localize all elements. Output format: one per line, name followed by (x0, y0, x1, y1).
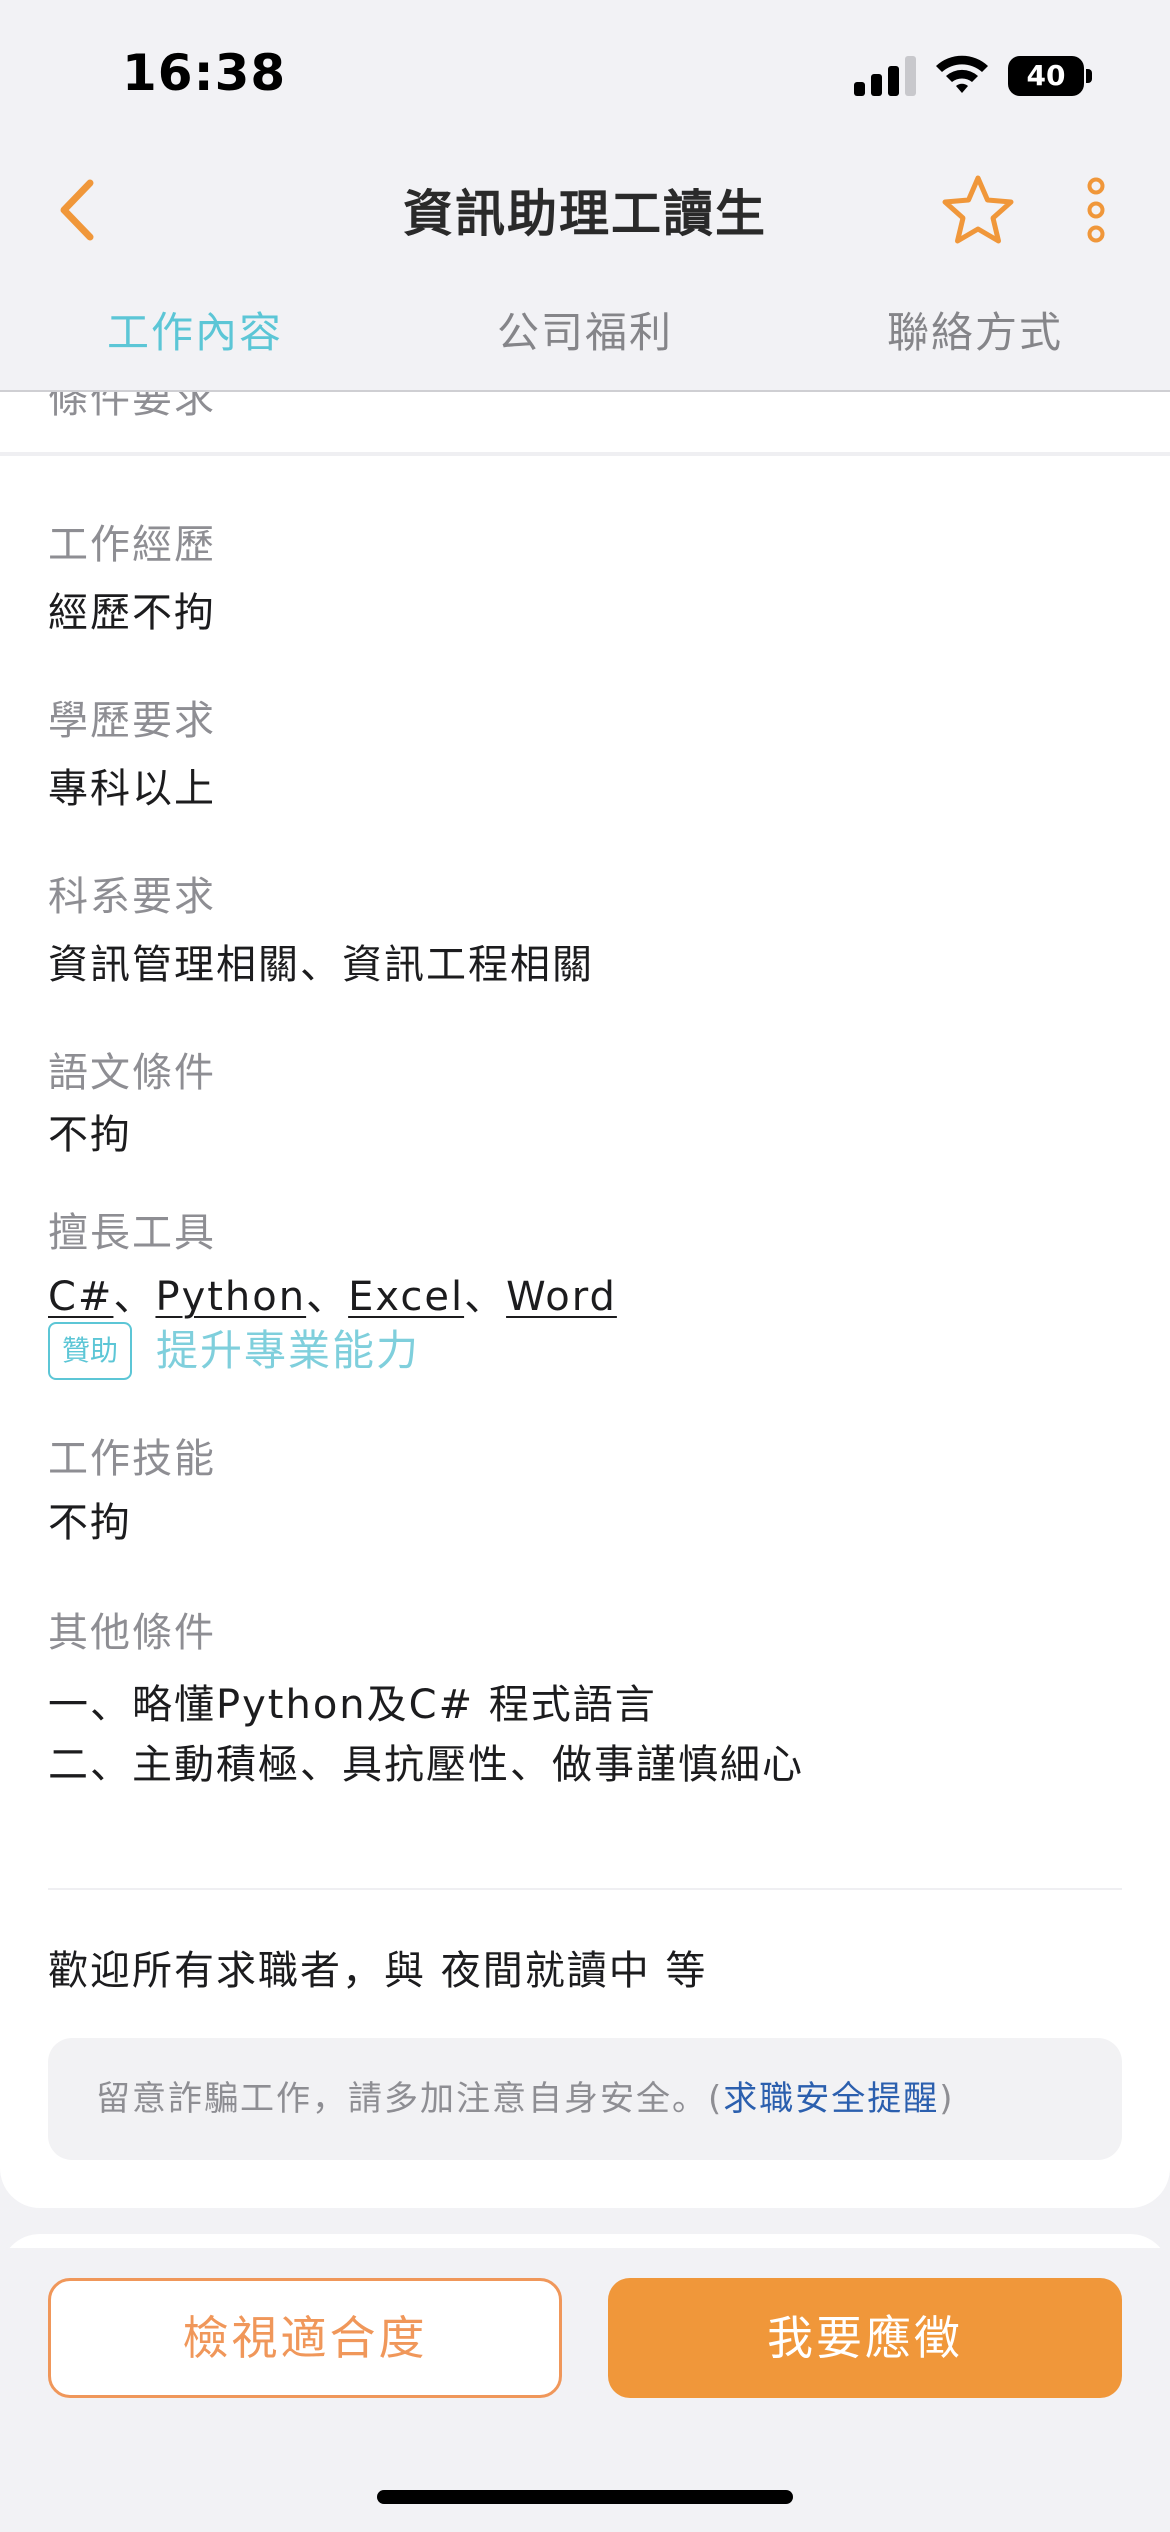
back-button[interactable] (40, 170, 112, 250)
department-label: 科系要求 (48, 874, 216, 920)
tab-contact[interactable]: 聯絡方式 (780, 270, 1170, 390)
welcome-text: 歡迎所有求職者，與 夜間就讀中 等 (48, 1948, 708, 1994)
divider (48, 1888, 1122, 1890)
view-fit-button[interactable]: 檢視適合度 (48, 2278, 562, 2398)
sponsor-badge: 贊助 (48, 1322, 132, 1380)
tab-company-benefits[interactable]: 公司福利 (390, 270, 780, 390)
sponsor-link[interactable]: 提升專業能力 (156, 1322, 420, 1380)
more-vertical-icon (1087, 177, 1105, 243)
tool-separator: 、 (306, 1274, 349, 1320)
skills-value: 不拘 (48, 1500, 132, 1546)
cellular-signal-icon (854, 56, 916, 96)
requirements-card: 條件要求 工作經歷 經歷不拘 學歷要求 專科以上 科系要求 資訊管理相關、資訊工… (0, 392, 1170, 2208)
experience-value: 經歷不拘 (48, 590, 216, 636)
experience-label: 工作經歷 (48, 522, 216, 568)
tool-link-excel[interactable]: Excel (348, 1274, 464, 1320)
favorite-button[interactable] (936, 168, 1020, 252)
battery-icon: 40 (1008, 56, 1092, 96)
status-time: 16:38 (122, 44, 287, 102)
home-indicator[interactable] (377, 2490, 793, 2504)
star-icon (942, 175, 1014, 244)
language-label: 語文條件 (48, 1050, 216, 1096)
department-value: 資訊管理相關、資訊工程相關 (48, 942, 594, 988)
section-header: 條件要求 (48, 392, 216, 422)
safety-reminder-link[interactable]: 求職安全提醒 (723, 2079, 939, 2119)
education-value: 專科以上 (48, 766, 216, 812)
tool-separator: 、 (464, 1274, 507, 1320)
education-label: 學歷要求 (48, 698, 216, 744)
tool-link-csharp[interactable]: C# (48, 1274, 113, 1320)
skills-label: 工作技能 (48, 1436, 216, 1482)
other-label: 其他條件 (48, 1610, 216, 1656)
tools-label: 擅長工具 (48, 1210, 216, 1256)
chevron-left-icon (60, 179, 94, 241)
tool-separator: 、 (113, 1274, 156, 1320)
safety-notice: 留意詐騙工作，請多加注意自身安全。(求職安全提醒) (48, 2038, 1122, 2160)
tool-link-python[interactable]: Python (155, 1274, 306, 1320)
wifi-icon (934, 52, 990, 96)
apply-button[interactable]: 我要應徵 (608, 2278, 1122, 2398)
tab-job-content[interactable]: 工作內容 (0, 270, 390, 390)
divider (0, 452, 1170, 456)
notice-close-paren: ) (939, 2079, 955, 2119)
more-options-button[interactable] (1080, 174, 1112, 246)
tools-list: C#、Python、Excel、Word (48, 1264, 617, 1322)
other-line-2: 二、主動積極、具抗壓性、做事謹慎細心 (48, 1742, 804, 1788)
tab-bar: 工作內容 公司福利 聯絡方式 (0, 270, 1170, 392)
other-line-1: 一、略懂Python及C# 程式語言 (48, 1682, 657, 1728)
notice-message: 留意詐騙工作，請多加注意自身安全。( (96, 2079, 724, 2119)
tool-link-word[interactable]: Word (506, 1274, 617, 1320)
status-bar: 16:38 40 (0, 0, 1170, 150)
page-title: 資訊助理工讀生 (403, 185, 767, 243)
battery-level: 40 (1008, 56, 1084, 96)
nav-bar: 資訊助理工讀生 (0, 150, 1170, 270)
language-value: 不拘 (48, 1112, 132, 1158)
notice-text: 留意詐騙工作，請多加注意自身安全。(求職安全提醒) (96, 2038, 955, 2160)
